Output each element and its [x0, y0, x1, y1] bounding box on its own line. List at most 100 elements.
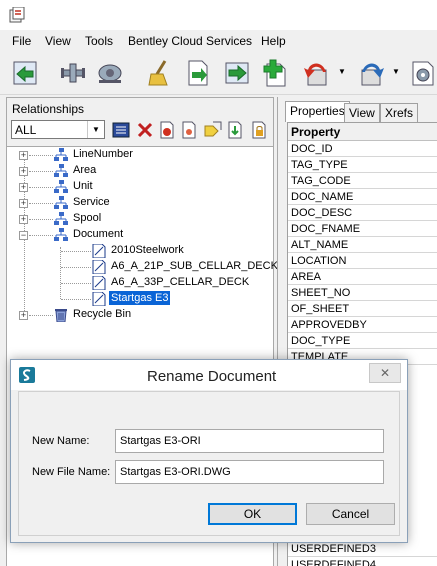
tree-item-unit[interactable]: + Unit: [7, 179, 273, 195]
property-row[interactable]: AREA: [288, 269, 437, 285]
hierarchy-icon: [54, 164, 68, 177]
tree-item-area[interactable]: + Area: [7, 163, 273, 179]
property-row[interactable]: OF_SHEET: [288, 301, 437, 317]
expand-icon[interactable]: +: [19, 151, 28, 160]
drawing-document-icon: [92, 244, 106, 258]
tree-connector: [61, 267, 91, 268]
tree-connector: [29, 235, 53, 236]
add-document-icon: [263, 59, 286, 87]
equipment-button[interactable]: [93, 56, 127, 90]
collapse-icon[interactable]: −: [19, 231, 28, 240]
tree-item-label: Unit: [73, 180, 93, 192]
dialog-title: Rename Document: [147, 368, 277, 385]
expand-icon[interactable]: +: [19, 215, 28, 224]
property-row[interactable]: TAG_TYPE: [288, 157, 437, 173]
property-column-header: Property: [288, 123, 437, 141]
property-row[interactable]: LOCATION: [288, 253, 437, 269]
property-row[interactable]: TAG_CODE: [288, 173, 437, 189]
property-row[interactable]: ALT_NAME: [288, 237, 437, 253]
tab-xrefs[interactable]: Xrefs: [380, 103, 419, 122]
cancel-button[interactable]: Cancel: [306, 503, 395, 525]
connect-button[interactable]: [8, 56, 42, 90]
delete-icon[interactable]: [135, 120, 155, 140]
tree-item-startgas-e3[interactable]: Startgas E3: [7, 291, 273, 307]
app-icon: [9, 7, 25, 23]
import-button[interactable]: [181, 56, 215, 90]
piping-button[interactable]: [56, 56, 90, 90]
tree-connector: [61, 283, 91, 284]
redo-button[interactable]: [354, 56, 388, 90]
document-download-icon[interactable]: [225, 120, 245, 140]
tree-item-label: Document: [73, 228, 124, 240]
main-toolbar: ▼ ▼: [0, 51, 437, 95]
dialog-titlebar[interactable]: Rename Document ✕: [11, 360, 407, 390]
tree-item-service[interactable]: + Service: [7, 195, 273, 211]
property-row[interactable]: USERDEFINED3: [288, 541, 437, 557]
document-red-icon[interactable]: [157, 120, 177, 140]
tree-item-document[interactable]: − Document: [7, 227, 273, 243]
property-row[interactable]: DOC_FNAME: [288, 221, 437, 237]
tab-properties[interactable]: Properties: [285, 101, 350, 122]
document-import-icon: [188, 60, 208, 86]
settings-icon: [412, 61, 434, 86]
expand-icon[interactable]: +: [19, 199, 28, 208]
undo-button[interactable]: [300, 56, 334, 90]
menu-help[interactable]: Help: [261, 34, 286, 48]
hierarchy-icon: [54, 212, 68, 225]
menu-tools[interactable]: Tools: [85, 34, 113, 48]
property-row[interactable]: DOC_TYPE: [288, 333, 437, 349]
tree-item-label: A6_A_33P_CELLAR_DECK: [111, 276, 250, 288]
grid-icon[interactable]: [111, 120, 131, 140]
piping-icon: [61, 63, 85, 83]
tree-connector: [29, 203, 53, 204]
tag-icon[interactable]: [203, 120, 223, 140]
add-button[interactable]: [258, 56, 292, 90]
property-row[interactable]: USERDEFINED4: [288, 557, 437, 566]
tree-item-2010steelwork[interactable]: 2010Steelwork: [7, 243, 273, 259]
tree-item-label: 2010Steelwork: [111, 244, 184, 256]
undo-icon: [304, 63, 327, 86]
menu-bentley-cloud-services[interactable]: Bentley Cloud Services: [128, 34, 252, 48]
settings-button[interactable]: [406, 56, 437, 90]
property-row[interactable]: APPROVEDBY: [288, 317, 437, 333]
property-row[interactable]: DOC_DESC: [288, 205, 437, 221]
app-logo-icon: [19, 367, 35, 383]
redo-icon: [361, 63, 384, 86]
panel-title: Relationships: [12, 102, 85, 116]
tree-item-label: Spool: [73, 212, 102, 224]
tree-item-a6-a-21p-sub-cellar-deck[interactable]: A6_A_21P_SUB_CELLAR_DECK: [7, 259, 278, 275]
cleanup-button[interactable]: [143, 56, 177, 90]
tree-item-a6-a-33p-cellar-deck[interactable]: A6_A_33P_CELLAR_DECK: [7, 275, 273, 291]
filter-combobox[interactable]: ALL ▼: [11, 120, 105, 139]
tree-item-label: LineNumber: [73, 148, 133, 160]
property-row[interactable]: SHEET_NO: [288, 285, 437, 301]
ok-button[interactable]: OK: [208, 503, 297, 525]
new-name-input[interactable]: Startgas E3-ORI: [115, 429, 384, 453]
expand-icon[interactable]: +: [19, 311, 28, 320]
tree-item-spool[interactable]: + Spool: [7, 211, 273, 227]
export-button[interactable]: [220, 56, 254, 90]
tree-item-label: Service: [73, 196, 110, 208]
tree-connector: [29, 187, 53, 188]
document-icon[interactable]: [179, 120, 199, 140]
rename-document-dialog: Rename Document ✕ New Name: Startgas E3-…: [10, 359, 408, 543]
property-row[interactable]: DOC_NAME: [288, 189, 437, 205]
menu-view[interactable]: View: [45, 34, 71, 48]
close-icon[interactable]: ✕: [369, 363, 401, 383]
property-row[interactable]: DOC_ID: [288, 141, 437, 157]
undo-dropdown-icon[interactable]: ▼: [338, 68, 346, 76]
connect-icon: [13, 61, 37, 85]
menu-file[interactable]: File: [12, 34, 31, 48]
drawing-document-icon: [92, 276, 106, 290]
chevron-down-icon[interactable]: ▼: [87, 121, 104, 138]
tree-connector: [29, 155, 53, 156]
tree-item-recycle-bin[interactable]: + Recycle Bin: [7, 307, 273, 323]
expand-icon[interactable]: +: [19, 167, 28, 176]
expand-icon[interactable]: +: [19, 183, 28, 192]
redo-dropdown-icon[interactable]: ▼: [392, 68, 400, 76]
tree-item-label: Recycle Bin: [73, 308, 132, 320]
tab-view[interactable]: View: [344, 103, 380, 122]
new-file-name-input[interactable]: Startgas E3-ORI.DWG: [115, 460, 384, 484]
document-lock-icon[interactable]: [249, 120, 269, 140]
tree-item-linenumber[interactable]: + LineNumber: [7, 147, 273, 163]
